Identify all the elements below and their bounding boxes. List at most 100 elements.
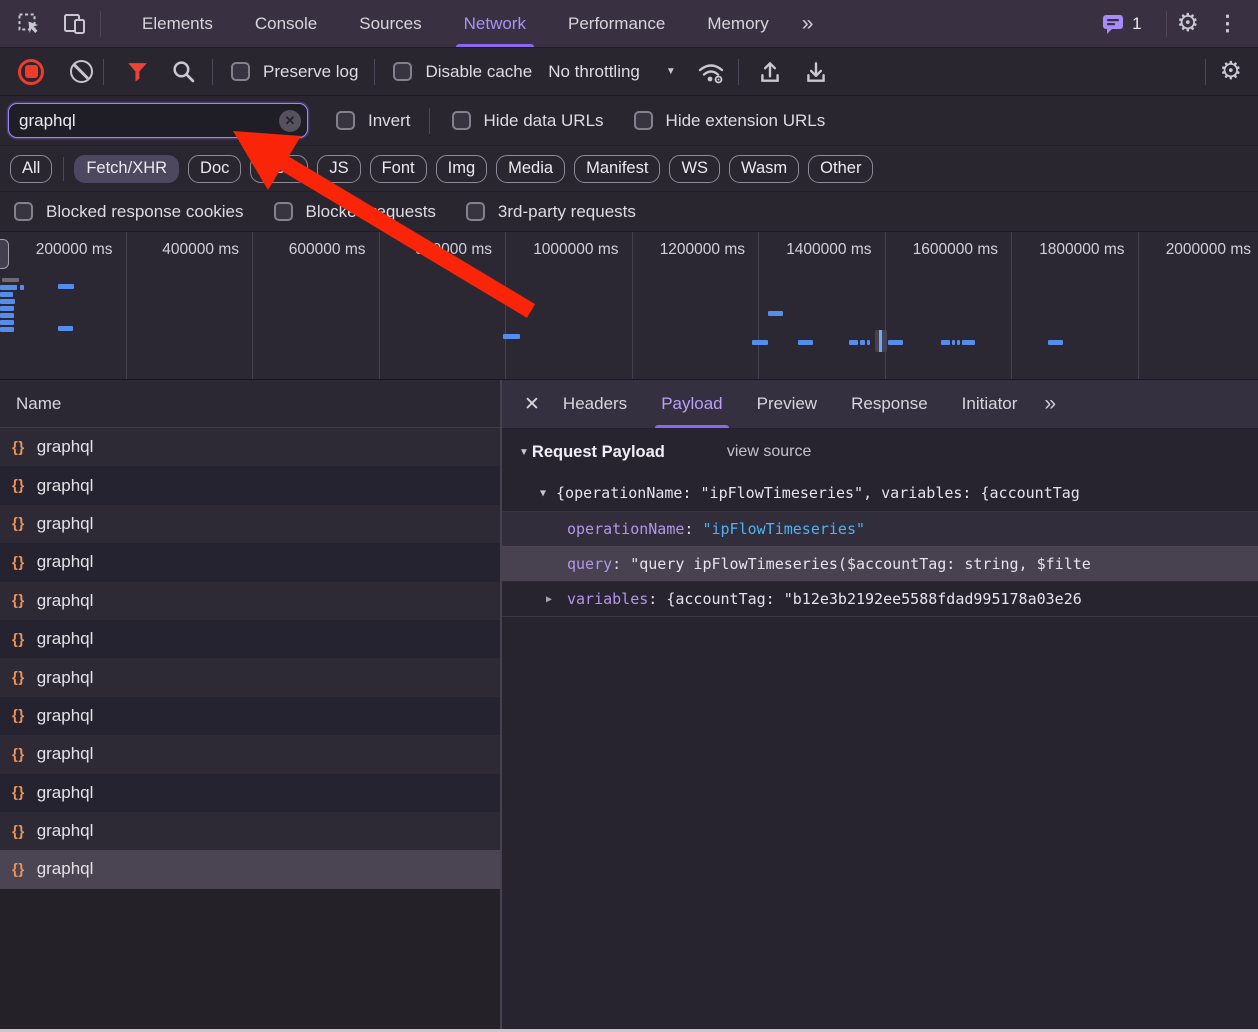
extra-filter-blocked-response-cookies[interactable]: Blocked response cookies — [14, 202, 244, 222]
checkbox[interactable] — [14, 202, 33, 221]
waterfall-bar — [957, 340, 960, 345]
table-row-request[interactable]: {} graphql — [0, 466, 500, 505]
table-row-request[interactable]: {} graphql — [0, 543, 500, 582]
search-icon[interactable] — [168, 57, 198, 87]
type-chip-font[interactable]: Font — [369, 154, 427, 183]
settings-gear-icon[interactable]: ⚙ — [1177, 11, 1199, 36]
network-settings-gear-icon[interactable]: ⚙ — [1220, 59, 1242, 84]
type-chip-fetch-xhr[interactable]: Fetch/XHR — [74, 154, 180, 183]
request-name: graphql — [36, 782, 94, 802]
detail-tab-payload[interactable]: Payload — [655, 380, 730, 428]
filter-input[interactable] — [8, 103, 308, 138]
fetch-xhr-icon: {} — [12, 515, 25, 533]
network-conditions-icon[interactable] — [696, 57, 726, 87]
throttling-dropdown[interactable]: No throttling ▼ — [548, 62, 676, 82]
tab-network[interactable]: Network — [455, 0, 535, 47]
more-tabs-button[interactable]: » — [802, 0, 814, 47]
payload-entry-operationName[interactable]: operationName: "ipFlowTimeseries" — [502, 511, 1258, 546]
name-column-header[interactable]: Name — [0, 380, 500, 428]
type-chip-other[interactable]: Other — [808, 154, 874, 183]
payload-key: operationName — [567, 520, 685, 538]
table-row-request[interactable]: {} graphql — [0, 428, 500, 467]
hide-extension-urls-toggle[interactable]: Hide extension URLs — [633, 111, 825, 131]
invert-checkbox[interactable] — [336, 111, 355, 130]
type-chip-js[interactable]: JS — [317, 154, 361, 183]
waterfall-bar — [941, 340, 950, 345]
tab-performance[interactable]: Performance — [568, 0, 665, 47]
overview-tick-label: 1600000 ms — [912, 241, 998, 258]
detail-tab-headers[interactable]: Headers — [563, 380, 627, 428]
close-details-icon[interactable]: ✕ — [524, 393, 540, 416]
waterfall-bar — [0, 292, 13, 297]
detail-tab-preview[interactable]: Preview — [757, 380, 817, 428]
invert-toggle[interactable]: Invert — [336, 111, 411, 131]
extra-filter-3rd-party-requests[interactable]: 3rd-party requests — [465, 202, 636, 222]
overview-tick-column: 2000000 ms — [1139, 232, 1258, 379]
preserve-log-toggle[interactable]: Preserve log — [231, 62, 358, 82]
table-row-request[interactable]: {} graphql — [0, 696, 500, 736]
inspect-element-icon[interactable] — [14, 9, 44, 39]
overview-tick-column: 1600000 ms — [886, 232, 1012, 379]
table-row-request[interactable]: {} graphql — [0, 658, 500, 697]
payload-entry-query[interactable]: query: "query ipFlowTimeseries($accountT… — [502, 546, 1258, 581]
waterfall-bar — [0, 320, 14, 325]
disable-cache-checkbox[interactable] — [393, 62, 413, 81]
view-source-link[interactable]: view source — [727, 443, 811, 461]
table-row-request[interactable]: {} graphql — [0, 773, 500, 812]
device-toolbar-icon[interactable] — [60, 9, 90, 39]
type-chip-wasm[interactable]: Wasm — [729, 154, 800, 183]
type-chip-ws[interactable]: WS — [669, 154, 721, 183]
hide-extension-urls-checkbox[interactable] — [633, 111, 653, 130]
table-row-request[interactable]: {} graphql — [0, 811, 500, 851]
type-chip-manifest[interactable]: Manifest — [574, 154, 661, 183]
overview-tick-column: 200000 ms — [0, 232, 127, 379]
disable-cache-toggle[interactable]: Disable cache — [393, 62, 532, 82]
fetch-xhr-icon: {} — [12, 477, 25, 495]
table-row-request[interactable]: {} graphql — [0, 619, 500, 659]
payload-root-line[interactable]: ▼ {operationName: "ipFlowTimeseries", va… — [502, 475, 1258, 511]
type-chip-doc[interactable]: Doc — [188, 154, 242, 183]
waterfall-bar — [867, 340, 870, 345]
request-name: graphql — [36, 437, 94, 457]
fetch-xhr-icon: {} — [12, 438, 25, 456]
issues-button[interactable]: 1 — [1102, 13, 1142, 35]
root-expanded-triangle-icon[interactable]: ▼ — [540, 488, 546, 499]
table-row-request[interactable]: {} graphql — [0, 735, 500, 774]
overview-tick-label: 1400000 ms — [786, 241, 872, 258]
network-overview-timeline[interactable]: 200000 ms 400000 ms 600000 ms 800000 ms 1000… — [0, 232, 1258, 380]
payload-entry-variables[interactable]: ▶ variables: {accountTag: "b12e3b2192ee55… — [502, 581, 1258, 616]
tab-console[interactable]: Console — [255, 0, 317, 47]
clear-network-log-button[interactable] — [70, 60, 93, 83]
checkbox[interactable] — [273, 202, 293, 221]
detail-tabs: Headers Payload Preview Response Initiator — [546, 380, 1034, 428]
clear-filter-icon[interactable]: ✕ — [279, 110, 301, 132]
kebab-menu-icon[interactable]: ⋮ — [1217, 13, 1238, 34]
tab-memory[interactable]: Memory — [707, 0, 768, 47]
detail-tab-response[interactable]: Response — [851, 380, 928, 428]
overview-tick-label: 1800000 ms — [1039, 241, 1125, 258]
type-chip-all[interactable]: All — [10, 154, 53, 183]
section-expanded-triangle-icon[interactable]: ▼ — [519, 447, 529, 458]
filter-funnel-icon[interactable] — [122, 57, 152, 87]
type-chip-media[interactable]: Media — [496, 154, 566, 183]
hide-data-urls-checkbox[interactable] — [451, 111, 471, 130]
type-chip-img[interactable]: Img — [435, 154, 488, 183]
table-row-request[interactable]: {} graphql — [0, 581, 500, 620]
table-row-request[interactable]: {} graphql — [0, 504, 500, 544]
export-har-icon[interactable] — [801, 57, 831, 87]
extra-filter-blocked-requests[interactable]: Blocked requests — [273, 202, 436, 222]
preserve-log-checkbox[interactable] — [231, 62, 250, 81]
hide-data-urls-toggle[interactable]: Hide data URLs — [451, 111, 604, 131]
collapsed-triangle-icon[interactable]: ▶ — [546, 594, 567, 605]
record-network-log-button[interactable] — [18, 58, 44, 85]
type-chip-css[interactable]: CSS — [250, 154, 309, 183]
import-har-icon[interactable] — [755, 57, 785, 87]
checkbox[interactable] — [465, 202, 485, 221]
detail-more-tabs-button[interactable]: » — [1044, 380, 1056, 428]
toolbar-divider-4 — [737, 58, 739, 85]
tab-elements[interactable]: Elements — [142, 0, 213, 47]
table-row-request[interactable]: {} graphql — [0, 850, 500, 889]
throttling-value: No throttling — [548, 61, 640, 81]
tab-sources[interactable]: Sources — [359, 0, 421, 47]
detail-tab-initiator[interactable]: Initiator — [962, 380, 1018, 428]
